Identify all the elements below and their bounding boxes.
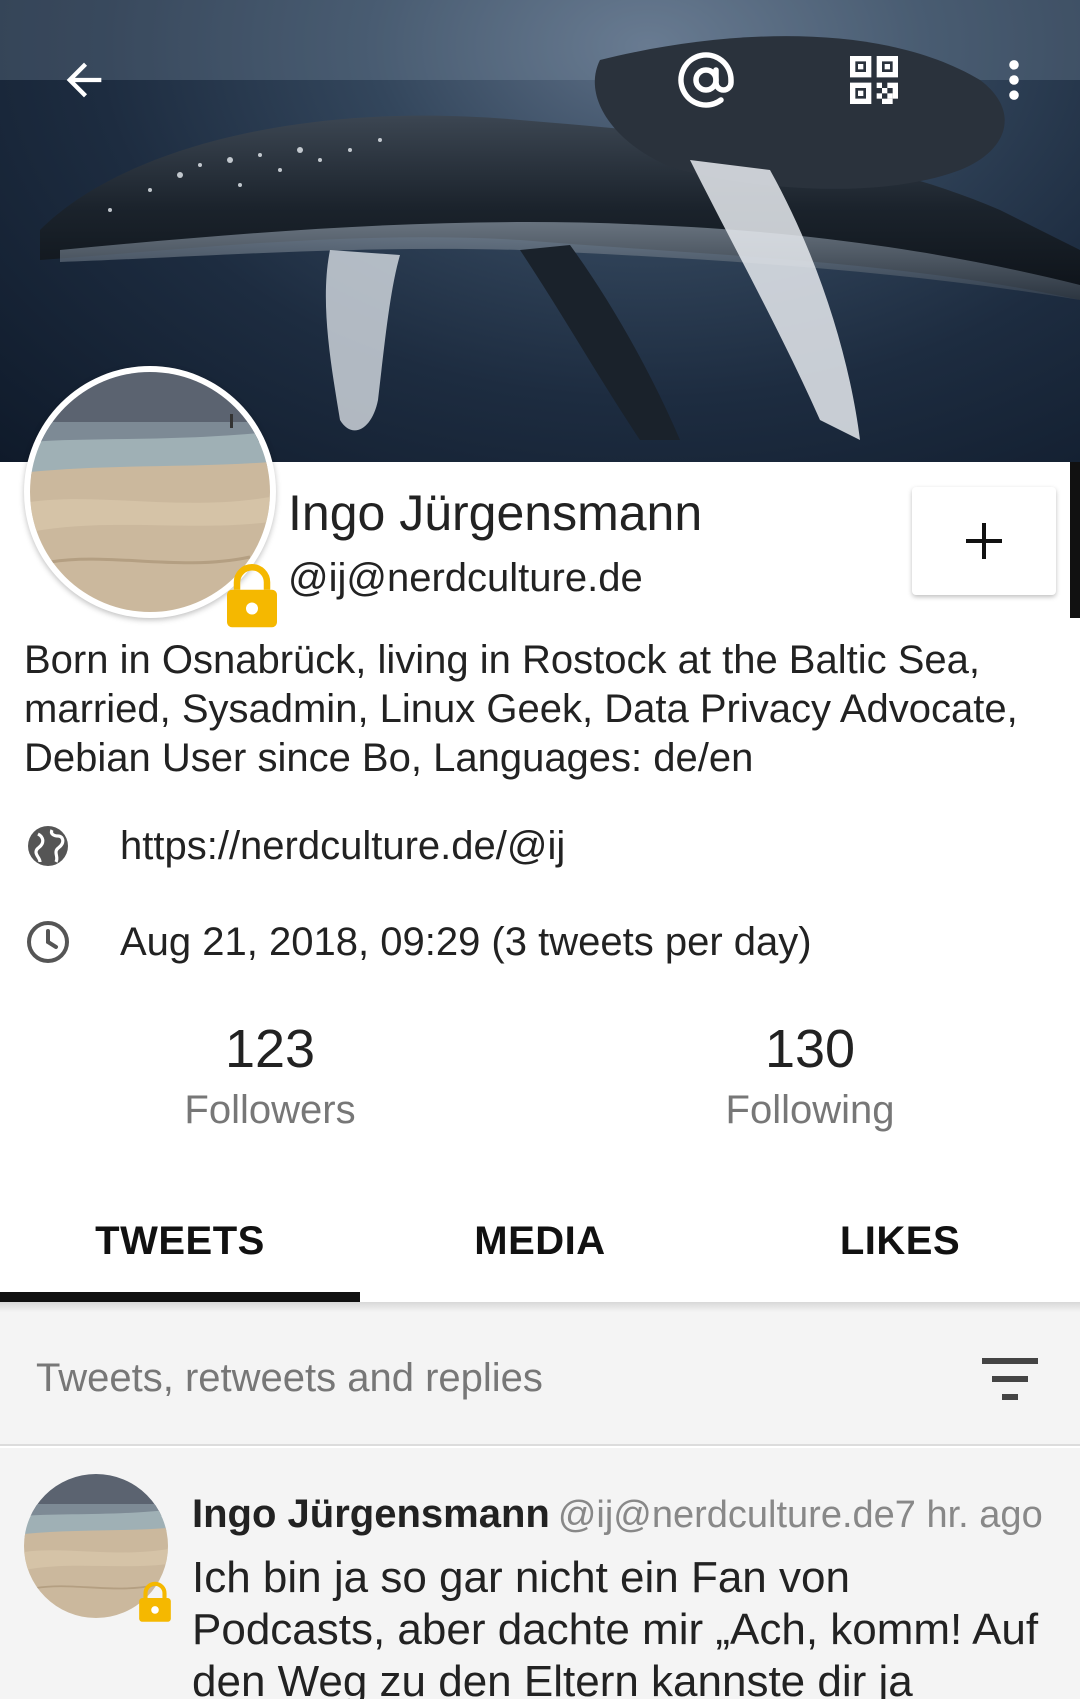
- mention-button[interactable]: [666, 40, 746, 120]
- tweet-header: Ingo Jürgensmann @ij@nerdculture.de7 hr. …: [192, 1492, 1043, 1537]
- tweet-text: Ich bin ja so gar nicht ein Fan von Podc…: [192, 1553, 1039, 1699]
- profile-website-row[interactable]: https://nerdculture.de/@ij: [24, 822, 565, 870]
- arrow-left-icon: [66, 62, 102, 98]
- scroll-edge: [1070, 462, 1080, 618]
- filter-label: Tweets, retweets and replies: [36, 1356, 543, 1400]
- tab-active-indicator: [0, 1292, 360, 1302]
- following-count: 130: [764, 1019, 856, 1079]
- lock-icon: [227, 564, 277, 628]
- back-button[interactable]: [44, 40, 124, 120]
- filter-icon[interactable]: [982, 1358, 1038, 1400]
- clock-icon: [24, 918, 72, 966]
- tweet-item[interactable]: Ingo Jürgensmann @ij@nerdculture.de7 hr. …: [0, 1448, 1080, 1699]
- more-options-button[interactable]: [974, 40, 1054, 120]
- following-label: Following: [725, 1088, 895, 1132]
- profile-website-link[interactable]: https://nerdculture.de/@ij: [120, 824, 565, 869]
- qr-code-button[interactable]: [834, 40, 914, 120]
- tab-likes[interactable]: LIKES: [720, 1180, 1080, 1302]
- more-vert-icon: [1009, 60, 1019, 100]
- profile-joined-text: Aug 21, 2018, 09:29 (3 tweets per day): [120, 919, 812, 964]
- following-stat[interactable]: 130 Following: [660, 1018, 960, 1133]
- tweet-author-name[interactable]: Ingo Jürgensmann: [192, 1492, 550, 1536]
- tab-shadow: [0, 1302, 1080, 1312]
- profile-tabs: TWEETS MEDIA LIKES: [0, 1180, 1080, 1302]
- followers-count: 123: [224, 1019, 316, 1079]
- profile-handle: @ij@nerdculture.de: [288, 556, 643, 600]
- followers-stat[interactable]: 123 Followers: [120, 1018, 420, 1133]
- tab-media[interactable]: MEDIA: [360, 1180, 720, 1302]
- tweet-author-handle: @ij@nerdculture.de: [557, 1494, 895, 1536]
- qr-code-icon: [850, 56, 898, 104]
- followers-label: Followers: [184, 1088, 356, 1132]
- profile-joined-row: Aug 21, 2018, 09:29 (3 tweets per day): [24, 918, 812, 966]
- follow-button[interactable]: [912, 487, 1056, 595]
- lock-icon: [139, 1581, 171, 1622]
- profile-bio: Born in Osnabrück, living in Rostock at …: [24, 638, 1018, 780]
- tab-tweets[interactable]: TWEETS: [0, 1180, 360, 1302]
- tweet-timestamp: 7 hr. ago: [894, 1494, 1043, 1536]
- profile-name: Ingo Jürgensmann: [288, 485, 703, 541]
- timeline-filter-bar[interactable]: Tweets, retweets and replies: [0, 1312, 1080, 1446]
- globe-icon: [24, 822, 72, 870]
- at-sign-icon: [678, 52, 734, 108]
- plus-icon: [966, 523, 1002, 559]
